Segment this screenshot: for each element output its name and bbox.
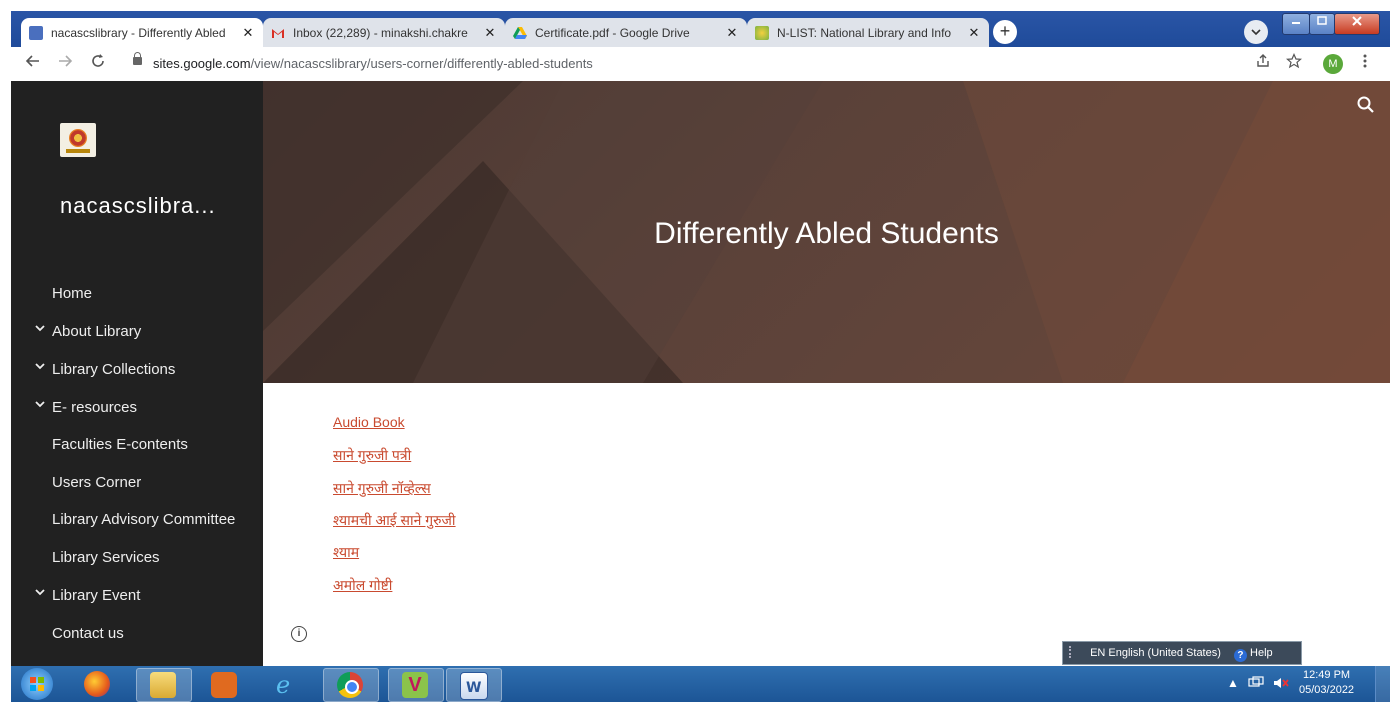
chevron-down-icon[interactable]	[34, 586, 46, 601]
start-button[interactable]	[21, 668, 53, 700]
close-tab-icon[interactable]: ✕	[967, 25, 981, 41]
windows-logo-icon	[30, 677, 44, 691]
sidebar-item-library-collections[interactable]: Library Collections	[35, 361, 175, 378]
language-bar[interactable]: EN English (United States) ? Help	[1062, 641, 1302, 665]
tab-search-button[interactable]	[1244, 20, 1268, 44]
back-arrow-icon	[25, 55, 39, 67]
link-shyam[interactable]: श्याम	[333, 543, 359, 562]
page-title: Differently Abled Students	[654, 217, 999, 250]
link-audio-book[interactable]: Audio Book	[333, 414, 405, 430]
main-content: Audio Book साने गुरुजी पत्री साने गुरुजी…	[263, 383, 1390, 666]
chevron-down-icon[interactable]	[34, 360, 46, 375]
site-logo[interactable]	[60, 123, 96, 157]
network-icon[interactable]	[1248, 676, 1264, 693]
word-icon: W	[460, 672, 488, 700]
site-sidebar: nacascslibra... Home About Library Libra…	[11, 81, 263, 666]
share-button[interactable]	[1253, 53, 1273, 73]
info-icon[interactable]: i	[291, 626, 307, 642]
sidebar-item-e-resources[interactable]: E- resources	[35, 399, 137, 416]
tab-google-sites[interactable]: nacascslibrary - Differently Abled ✕	[21, 18, 263, 47]
app-v-icon: V	[402, 672, 428, 698]
new-tab-button[interactable]: +	[993, 20, 1017, 44]
search-icon	[1357, 96, 1374, 113]
show-desktop-button[interactable]	[1375, 666, 1390, 702]
reload-button[interactable]	[88, 53, 108, 73]
sidebar-item-library-services[interactable]: Library Services	[52, 549, 160, 566]
firefox-icon[interactable]	[84, 671, 110, 697]
chevron-down-icon[interactable]	[34, 398, 46, 413]
help-button[interactable]: Help	[1250, 647, 1273, 659]
chevron-down-icon[interactable]	[34, 322, 46, 337]
gmail-icon	[271, 26, 285, 40]
maximize-button[interactable]	[1309, 13, 1335, 35]
lock-icon[interactable]	[133, 52, 142, 65]
media-player-icon[interactable]	[211, 672, 237, 698]
browser-menu-button[interactable]	[1355, 53, 1375, 73]
close-tab-icon[interactable]: ✕	[725, 25, 739, 41]
taskbar-app-v[interactable]: V	[388, 668, 444, 702]
link-sane-guruji-patri[interactable]: साने गुरुजी पत्री	[333, 446, 411, 465]
link-sane-guruji-novels[interactable]: साने गुरुजी नॉव्हेल्स	[333, 479, 431, 498]
taskbar-word[interactable]: W	[446, 668, 502, 702]
system-clock[interactable]: 12:49 PM 05/03/2022	[1299, 668, 1354, 698]
site-search-button[interactable]	[1356, 95, 1376, 115]
star-icon	[1285, 53, 1303, 69]
minimize-button[interactable]	[1282, 13, 1310, 35]
close-window-button[interactable]	[1334, 13, 1380, 35]
google-sites-icon	[29, 25, 43, 40]
google-drive-icon	[513, 26, 527, 40]
link-shyamchi-aai[interactable]: श्यामची आई साने गुरुजी	[333, 511, 456, 530]
folder-icon	[150, 672, 176, 698]
back-button[interactable]	[23, 53, 43, 73]
address-bar: sites.google.com/view/nacascslibrary/use…	[11, 47, 1390, 82]
chrome-icon	[337, 672, 363, 698]
sidebar-item-library-event[interactable]: Library Event	[35, 587, 140, 604]
browser-tab-strip: nacascslibrary - Differently Abled ✕ Inb…	[11, 11, 1390, 47]
sidebar-item-contact-us[interactable]: Contact us	[52, 625, 124, 642]
close-tab-icon[interactable]: ✕	[483, 25, 497, 41]
sidebar-item-users-corner[interactable]: Users Corner	[52, 474, 141, 491]
reload-icon	[92, 54, 104, 67]
sidebar-item-library-advisory-committee[interactable]: Library Advisory Committee	[52, 511, 235, 528]
bookmark-button[interactable]	[1284, 53, 1304, 73]
help-icon: ?	[1233, 649, 1247, 662]
url-field[interactable]: sites.google.com/view/nacascslibrary/use…	[153, 56, 593, 71]
tab-gmail[interactable]: Inbox (22,289) - minakshi.chakre ✕	[263, 18, 505, 47]
more-vertical-icon	[1363, 54, 1367, 68]
sidebar-item-home[interactable]: Home	[52, 285, 92, 302]
site-name[interactable]: nacascslibra...	[60, 193, 216, 219]
share-icon	[1257, 54, 1269, 67]
chevron-down-icon	[1251, 29, 1261, 36]
forward-arrow-icon	[59, 55, 73, 67]
tab-nlist[interactable]: N-LIST: National Library and Info ✕	[747, 18, 989, 47]
page-header-banner: Differently Abled Students	[263, 81, 1390, 383]
windows-taskbar: e V W ▲ 12:49 PM 05/03/2022	[11, 666, 1390, 702]
close-tab-icon[interactable]: ✕	[241, 25, 255, 41]
input-language[interactable]: EN English (United States)	[1090, 647, 1221, 659]
sidebar-item-faculties-e-contents[interactable]: Faculties E-contents	[52, 436, 188, 453]
tab-google-drive[interactable]: Certificate.pdf - Google Drive ✕	[505, 18, 747, 47]
link-amol-goshti[interactable]: अमोल गोष्टी	[333, 576, 392, 595]
show-hidden-icons-button[interactable]: ▲	[1227, 676, 1239, 690]
screen: nacascslibrary - Differently Abled ✕ Inb…	[11, 11, 1390, 702]
nlist-icon	[755, 25, 769, 40]
grip-icon	[1069, 646, 1081, 658]
volume-muted-icon[interactable]	[1273, 676, 1289, 693]
taskbar-file-explorer[interactable]	[136, 668, 192, 702]
profile-avatar[interactable]: M	[1323, 54, 1343, 74]
internet-explorer-icon[interactable]: e	[273, 671, 299, 699]
taskbar-chrome[interactable]	[323, 668, 379, 702]
svg-text:e: e	[276, 671, 290, 697]
forward-button[interactable]	[55, 53, 75, 73]
sidebar-item-about-library[interactable]: About Library	[35, 323, 141, 340]
svg-text:W: W	[466, 680, 481, 696]
